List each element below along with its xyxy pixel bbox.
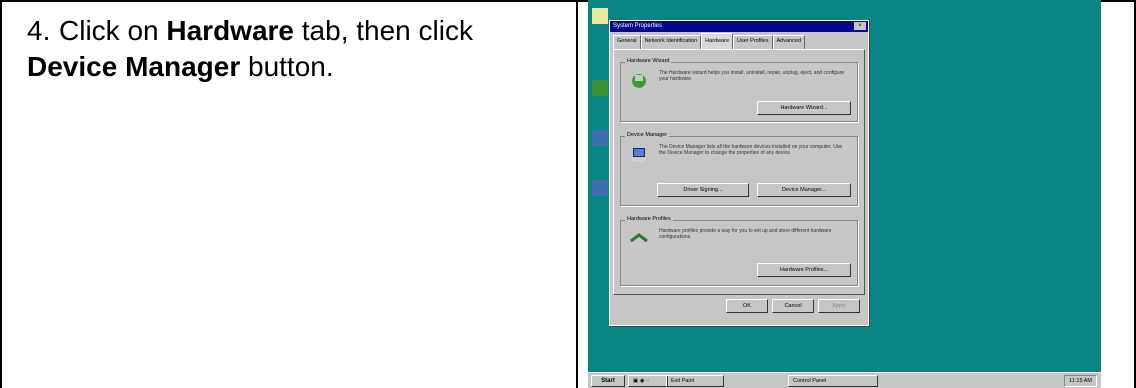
- ok-button[interactable]: OK: [726, 299, 768, 313]
- group-label: Device Manager: [625, 132, 670, 138]
- cancel-button[interactable]: Cancel: [772, 299, 814, 313]
- desktop-icon: [592, 80, 608, 96]
- device-manager-group: Device Manager The Device Manager lists …: [620, 132, 858, 206]
- tab-hardware[interactable]: Hardware: [701, 33, 734, 49]
- clock: 11:15 AM: [1064, 375, 1097, 387]
- desktop-icon: [592, 180, 608, 196]
- table-left-border: [0, 0, 2, 388]
- group-label: Hardware Profiles: [625, 216, 673, 222]
- my-computer-icon: [592, 8, 608, 24]
- instruction-table: 4. Click on Hardware tab, then click Devi…: [0, 0, 1136, 388]
- tab-user-profiles[interactable]: User Profiles: [733, 35, 773, 49]
- group-description: Hardware profiles provide a way for you …: [659, 228, 832, 240]
- system-properties-dialog: System Properties × General Network Iden…: [609, 20, 869, 326]
- device-manager-reference: Device Manager: [27, 51, 241, 82]
- taskbar-item-paint[interactable]: Exit Paint: [666, 375, 724, 387]
- quick-launch[interactable]: ▣ ◉ ◌: [628, 375, 668, 387]
- start-button[interactable]: Start: [591, 375, 625, 387]
- hardware-profiles-button[interactable]: Hardware Profiles...: [757, 263, 851, 277]
- hardware-profiles-icon: [630, 233, 648, 243]
- tab-general[interactable]: General: [613, 35, 641, 49]
- tab-strip: General Network Identification Hardware …: [613, 33, 805, 49]
- group-description: The Hardware wizard helps you install, u…: [659, 70, 845, 82]
- hardware-panel: Hardware Wizard The Hardware wizard help…: [613, 49, 865, 295]
- hardware-wizard-group: Hardware Wizard The Hardware wizard help…: [620, 58, 858, 122]
- dialog-titlebar: System Properties ×: [610, 21, 868, 32]
- group-label: Hardware Wizard: [625, 58, 672, 64]
- step-number: 4.: [27, 15, 51, 46]
- hardware-wizard-icon: [632, 74, 646, 88]
- apply-button[interactable]: Apply: [818, 299, 860, 313]
- step-text-part: Click on: [59, 15, 167, 46]
- tab-network-identification[interactable]: Network Identification: [640, 35, 702, 49]
- step-instruction: 4. Click on Hardware tab, then click Devi…: [27, 13, 547, 85]
- taskbar: Start ▣ ◉ ◌ Exit Paint Control Panel 11:…: [588, 372, 1101, 388]
- desktop-icon: [592, 130, 608, 146]
- close-icon[interactable]: ×: [854, 22, 866, 30]
- hardware-tab-reference: Hardware: [166, 15, 294, 46]
- dialog-title: System Properties: [613, 23, 663, 29]
- taskbar-item-control-panel[interactable]: Control Panel: [788, 375, 878, 387]
- tab-advanced[interactable]: Advanced: [772, 35, 805, 49]
- computer-icon: [632, 148, 646, 162]
- driver-signing-button[interactable]: Driver Signing...: [657, 183, 749, 197]
- group-description: The Device Manager lists all the hardwar…: [659, 144, 843, 156]
- device-manager-button[interactable]: Device Manager...: [757, 183, 851, 197]
- step-text-part: button.: [240, 51, 334, 82]
- hardware-wizard-button[interactable]: Hardware Wizard...: [757, 101, 851, 115]
- screenshot-image: System Properties × General Network Iden…: [588, 0, 1101, 388]
- step-text-part: tab, then click: [294, 15, 473, 46]
- table-column-divider: [576, 0, 578, 388]
- hardware-profiles-group: Hardware Profiles Hardware profiles prov…: [620, 216, 858, 286]
